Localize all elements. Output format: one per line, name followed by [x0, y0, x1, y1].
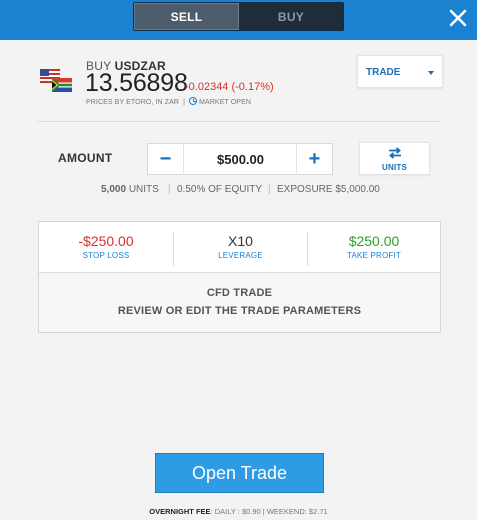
units-summary: 5,000 UNITS — [101, 184, 159, 195]
exposure-summary: EXPOSURE $5,000.00 — [277, 184, 380, 195]
amount-input[interactable]: $500.00 — [185, 144, 296, 174]
overnight-fee-details: : DAILY : $0.90 | WEEKEND: $2.71 — [210, 507, 328, 516]
amount-label: AMOUNT — [58, 151, 113, 165]
price-source: PRICES BY ETORO, IN ZAR — [86, 99, 180, 106]
overnight-fee-info: OVERNIGHT FEE: DAILY : $0.90 | WEEKEND: … — [0, 507, 477, 516]
sell-buy-toggle: SELL BUY — [133, 2, 344, 31]
swap-arrows-icon — [389, 147, 401, 159]
equity-percent: 0.50% OF EQUITY — [177, 184, 263, 195]
units-toggle-button[interactable]: UNITS — [359, 142, 430, 175]
take-profit-cell[interactable]: $250.00 TAKE PROFIT — [308, 222, 440, 273]
trade-parameters-row: -$250.00 STOP LOSS X10 LEVERAGE $250.00 … — [39, 222, 440, 273]
decrease-amount-button[interactable]: − — [148, 144, 184, 174]
units-toggle-label: UNITS — [382, 163, 407, 172]
clock-icon — [189, 97, 198, 105]
close-icon[interactable] — [447, 7, 469, 29]
leverage-value: X10 — [228, 233, 253, 249]
take-profit-value: $250.00 — [348, 233, 400, 249]
buy-toggle-button[interactable]: BUY — [239, 3, 343, 30]
stop-loss-cell[interactable]: -$250.00 STOP LOSS — [39, 222, 173, 273]
exposure-label: EXPOSURE — [277, 184, 333, 195]
units-text: UNITS — [128, 184, 159, 195]
review-params-text: REVIEW OR EDIT THE TRADE PARAMETERS — [117, 305, 362, 317]
stop-loss-label: STOP LOSS — [82, 251, 130, 260]
cfd-trade-title: CFD TRADE — [206, 287, 273, 299]
market-status: MARKET OPEN — [199, 99, 252, 106]
top-bar: SELL BUY — [0, 0, 477, 40]
sell-toggle-button[interactable]: SELL — [134, 3, 239, 30]
take-profit-label: TAKE PROFIT — [346, 251, 402, 260]
current-price: 13.56898 — [85, 69, 188, 97]
trade-parameters-card: -$250.00 STOP LOSS X10 LEVERAGE $250.00 … — [38, 221, 441, 333]
divider — [38, 121, 441, 122]
price-info: PRICES BY ETORO, IN ZAR | MARKET OPEN — [86, 97, 252, 106]
open-trade-button[interactable]: Open Trade — [155, 453, 324, 493]
chevron-down-icon — [428, 71, 434, 75]
leverage-cell[interactable]: X10 LEVERAGE — [174, 222, 307, 273]
leverage-label: LEVERAGE — [218, 251, 263, 260]
overnight-fee-label: OVERNIGHT FEE — [149, 507, 211, 516]
stop-loss-value: -$250.00 — [78, 233, 134, 249]
usd-zar-flag-icon — [40, 69, 72, 92]
order-type-dropdown[interactable]: TRADE — [357, 55, 443, 88]
amount-stepper: − $500.00 + — [147, 143, 333, 175]
units-value: 5,000 — [101, 184, 127, 195]
exposure-value: $5,000.00 — [335, 184, 380, 195]
increase-amount-button[interactable]: + — [296, 144, 332, 174]
price-change: -0.02344 (-0.17%) — [185, 81, 274, 93]
order-type-label: TRADE — [366, 67, 401, 78]
